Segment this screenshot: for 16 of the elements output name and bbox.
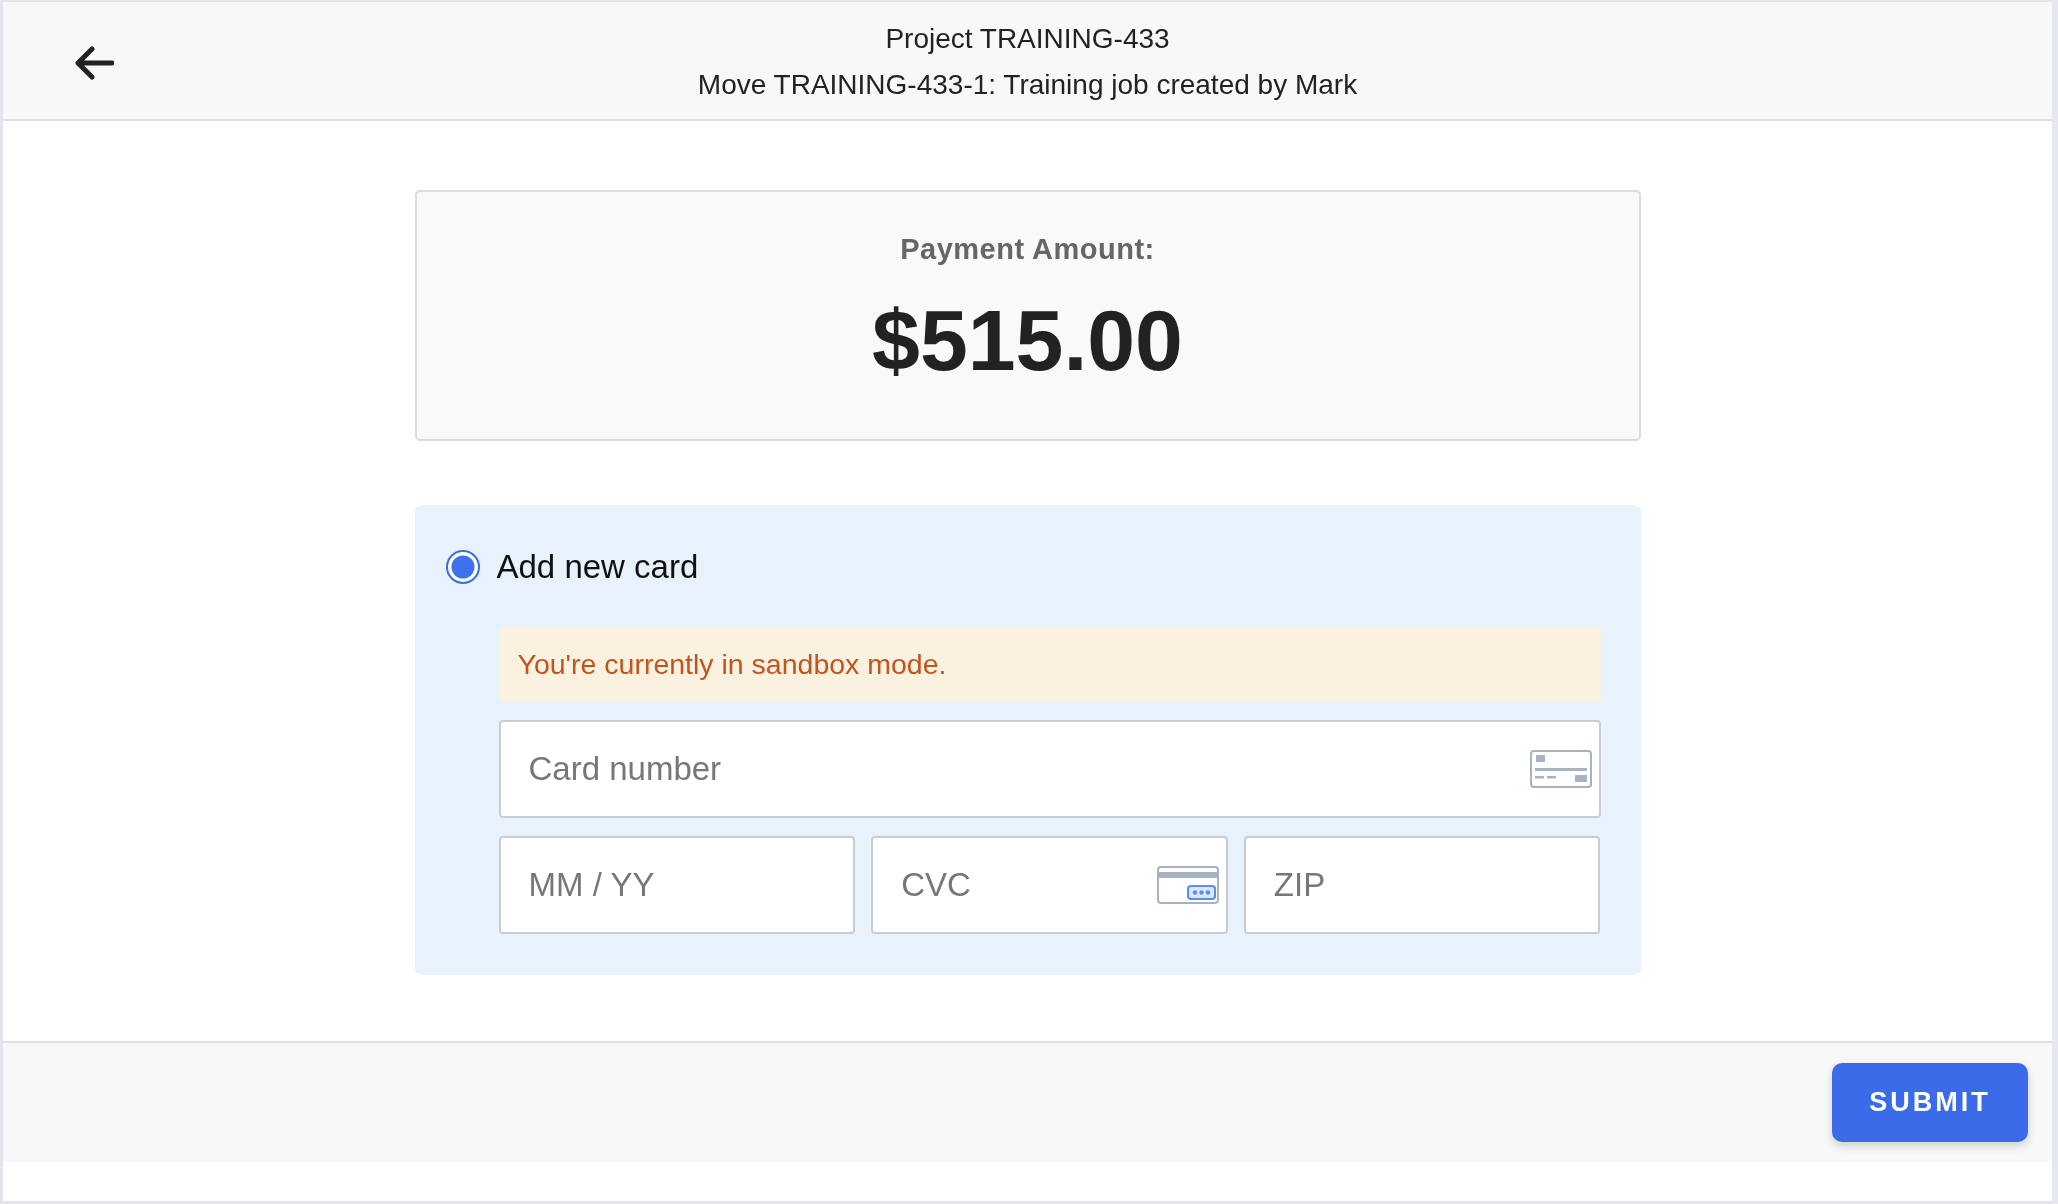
payment-amount: $515.00: [872, 291, 1183, 390]
payment-amount-label: Payment Amount:: [900, 232, 1155, 267]
submit-button[interactable]: SUBMIT: [1832, 1063, 2028, 1142]
back-button[interactable]: [72, 44, 116, 82]
cvc-field[interactable]: CVC: [871, 836, 1228, 934]
radio-button[interactable]: [445, 550, 480, 584]
credit-card-icon: [1529, 750, 1592, 788]
card-back-icon: [1156, 866, 1219, 904]
move-title: Move TRAINING-433-1: Training job created by Mark: [697, 68, 1358, 102]
card-number-field[interactable]: Card number: [498, 720, 1601, 818]
left-arrow-icon: [74, 46, 114, 80]
project-title: Project TRAINING-433: [884, 22, 1171, 56]
zip-field[interactable]: ZIP: [1243, 836, 1601, 934]
sandbox-notice: You're currently in sandbox mode.: [498, 627, 1601, 702]
expiry-date-field[interactable]: MM / YY: [498, 836, 856, 934]
add-new-card-label[interactable]: Add new card: [496, 549, 699, 585]
